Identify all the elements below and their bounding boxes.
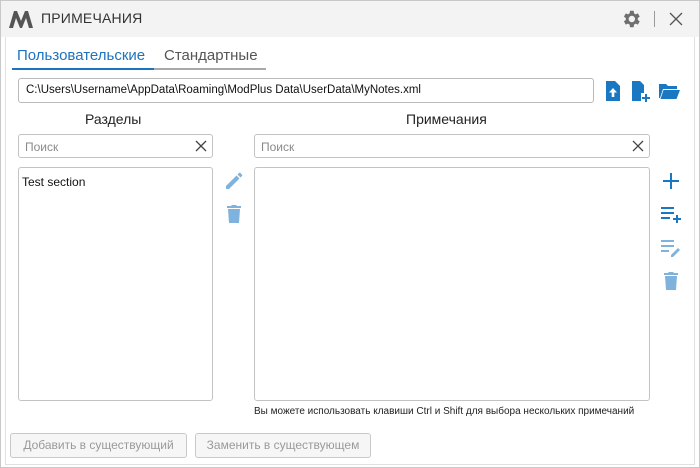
- new-file-icon[interactable]: [629, 80, 651, 102]
- add-list-icon[interactable]: [660, 203, 682, 225]
- open-folder-icon[interactable]: [658, 80, 680, 102]
- window-title: ПРИМЕЧАНИЯ: [41, 10, 143, 26]
- notes-list[interactable]: [254, 167, 650, 401]
- title-bar-separator: [654, 11, 655, 27]
- sections-list[interactable]: Test section: [18, 167, 213, 401]
- modplus-logo-icon: [9, 11, 33, 28]
- notes-window: ПРИМЕЧАНИЯ Пользовательские Стандартные …: [0, 0, 700, 468]
- tab-user[interactable]: Пользовательские: [17, 47, 145, 64]
- file-path-field[interactable]: C:\Users\Username\AppData\Roaming\ModPlu…: [18, 78, 594, 103]
- tab-active-indicator: [12, 68, 154, 70]
- add-icon[interactable]: [660, 170, 682, 192]
- replace-in-existing-button[interactable]: Заменить в существующем: [195, 433, 371, 458]
- sections-title: Разделы: [85, 111, 142, 127]
- main-panel: Пользовательские Стандартные C:\Users\Us…: [5, 37, 695, 465]
- delete-icon[interactable]: [660, 270, 682, 292]
- clear-search-icon[interactable]: [632, 140, 644, 152]
- title-bar: ПРИМЕЧАНИЯ: [1, 1, 699, 37]
- notes-hint: Вы можете использовать клавиши Ctrl и Sh…: [254, 406, 635, 417]
- edit-icon[interactable]: [223, 170, 245, 192]
- tab-standard[interactable]: Стандартные: [164, 47, 258, 64]
- notes-title: Примечания: [406, 111, 487, 127]
- edit-list-icon[interactable]: [660, 236, 682, 258]
- notes-search-input[interactable]: [261, 139, 621, 155]
- delete-icon[interactable]: [223, 203, 245, 225]
- list-item[interactable]: Test section: [22, 175, 85, 189]
- sections-search-input[interactable]: [25, 139, 195, 155]
- sections-search: [18, 134, 213, 158]
- add-to-existing-button[interactable]: Добавить в существующий: [10, 433, 187, 458]
- file-upload-icon[interactable]: [602, 80, 624, 102]
- notes-search: [254, 134, 650, 158]
- gear-icon[interactable]: [620, 8, 642, 30]
- clear-search-icon[interactable]: [195, 140, 207, 152]
- close-icon[interactable]: [668, 11, 684, 27]
